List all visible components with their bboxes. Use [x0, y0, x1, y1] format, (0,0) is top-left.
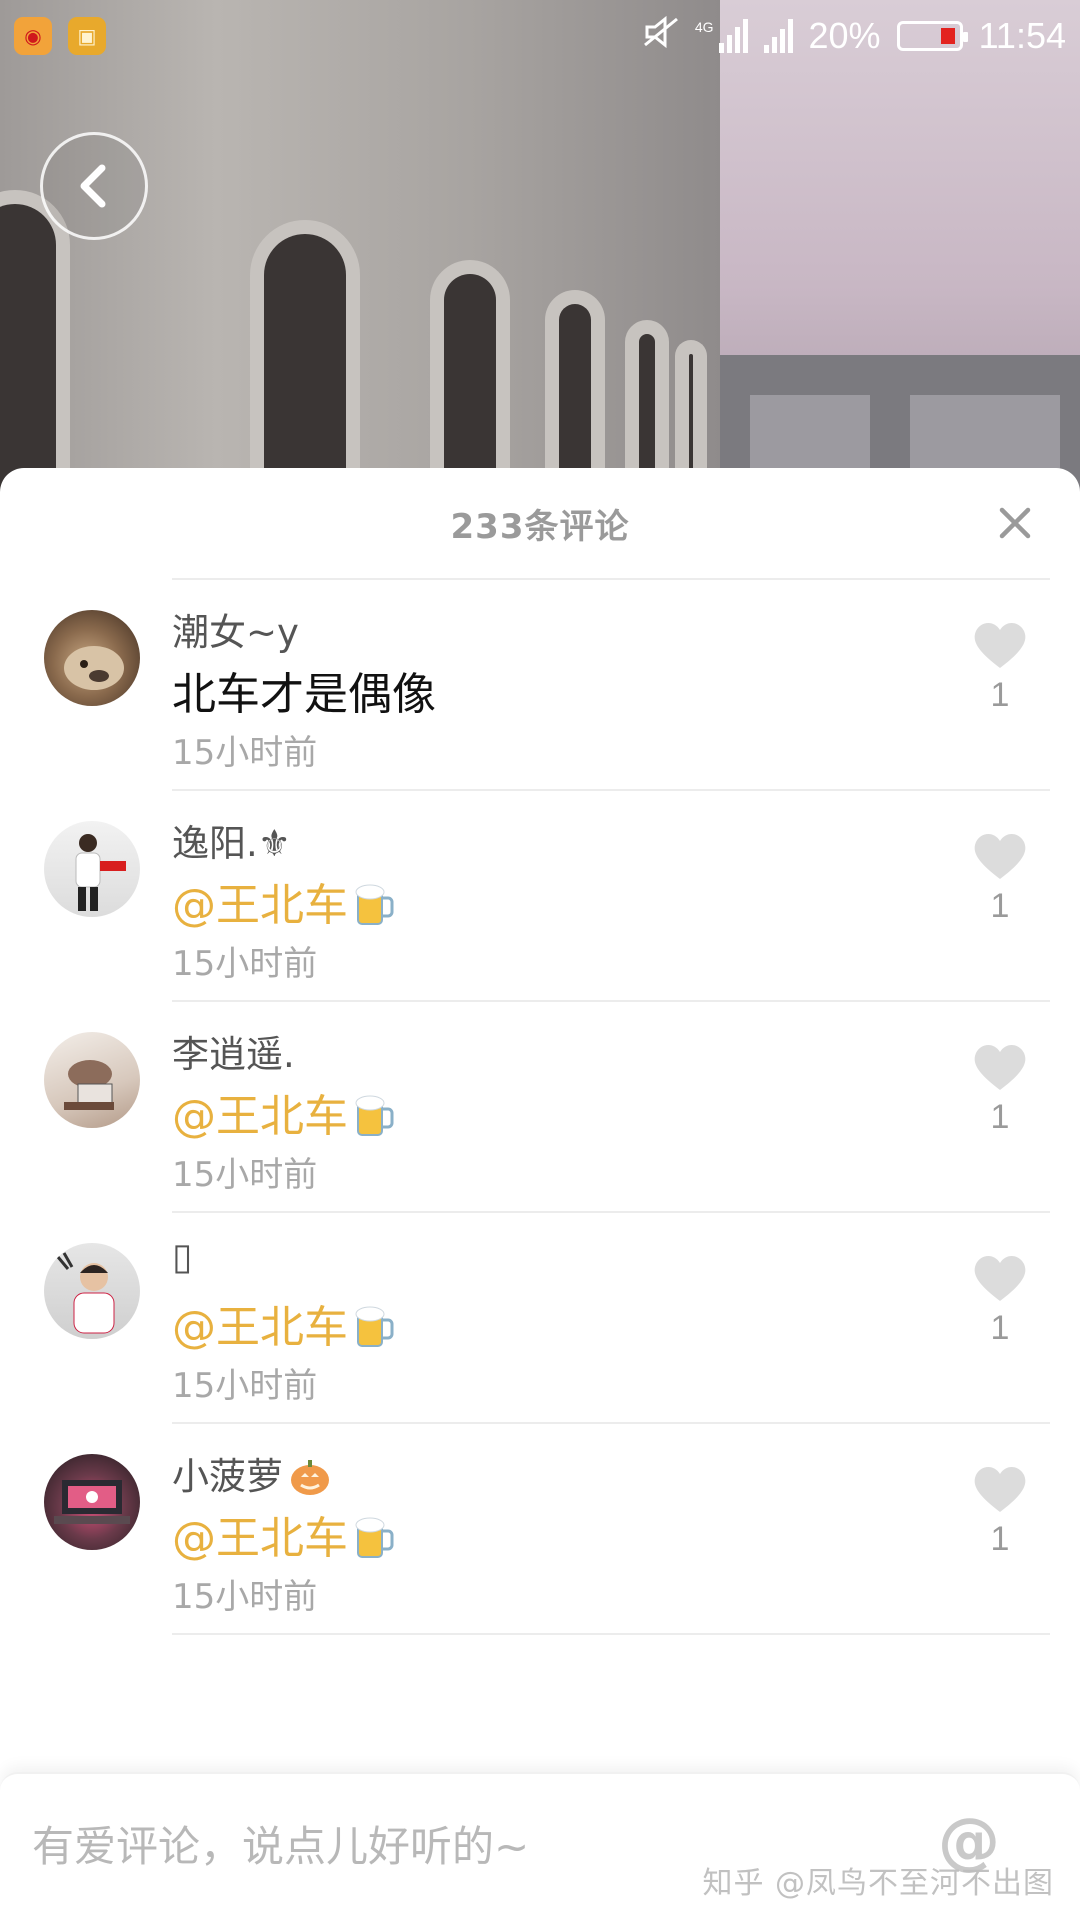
mute-icon	[643, 15, 679, 58]
status-indicators: 4G 20% 11:54	[643, 15, 1066, 58]
comment-mention[interactable]: @王北车	[172, 1080, 394, 1150]
battery-percent: 20%	[808, 15, 881, 56]
pumpkin-icon	[289, 1457, 331, 1506]
status-bar: ◉ ▣ 4G 20% 11:54	[0, 0, 1080, 72]
building-facade	[0, 0, 720, 520]
avatar[interactable]	[44, 1032, 140, 1128]
avatar[interactable]	[44, 610, 140, 706]
like-count: 1	[990, 1309, 1010, 1347]
comment-text: 北车才是偶像	[172, 669, 436, 720]
notification-icons: ◉ ▣	[14, 17, 106, 55]
like-count: 1	[990, 887, 1010, 925]
like-count: 1	[990, 676, 1010, 714]
beer-icon	[354, 882, 394, 939]
battery-icon	[896, 21, 968, 51]
chevron-left-icon	[80, 164, 106, 208]
heart-icon	[974, 1255, 1026, 1301]
watermark: 知乎 @凤鸟不至河不出图	[702, 1866, 1054, 1901]
comment-list: 潮女~y 北车才是偶像 15小时前 1 逸阳.⚜ @王北车 15小时前 1 李逍…	[0, 580, 1080, 1635]
username-text: 小菠萝	[172, 1455, 283, 1498]
comment-time: 15小时前	[172, 733, 318, 773]
comments-count-title: 233条评论	[450, 506, 630, 547]
close-button[interactable]	[988, 496, 1042, 550]
sheet-header: 233条评论	[0, 468, 1080, 578]
like-button[interactable]: 1	[950, 1464, 1050, 1584]
avatar[interactable]	[44, 821, 140, 917]
mention-text: @王北车	[172, 1302, 348, 1353]
beer-icon	[354, 1515, 394, 1572]
beer-icon	[354, 1304, 394, 1361]
close-icon	[999, 507, 1031, 539]
beer-icon	[354, 1093, 394, 1150]
signal-icon	[763, 19, 793, 53]
comment-item: 潮女~y 北车才是偶像 15小时前 1	[44, 580, 1050, 791]
mention-text: @王北车	[172, 1091, 348, 1142]
back-button[interactable]	[40, 132, 148, 240]
comment-item: 李逍遥. @王北车 15小时前 1	[44, 1002, 1050, 1213]
mobile-signal-icon: 4G	[695, 19, 748, 53]
comment-input-bar: @ 知乎 @凤鸟不至河不出图	[0, 1772, 1080, 1920]
comment-username[interactable]: 小菠萝	[172, 1446, 331, 1506]
comment-time: 15小时前	[172, 1366, 318, 1406]
like-button[interactable]: 1	[950, 1253, 1050, 1373]
comment-mention[interactable]: @王北车	[172, 1502, 394, 1572]
comment-username[interactable]: ▯	[172, 1235, 192, 1278]
comment-item: 逸阳.⚜ @王北车 15小时前 1	[44, 791, 1050, 1002]
heart-icon	[974, 622, 1026, 668]
comment-time: 15小时前	[172, 1577, 318, 1617]
comment-mention[interactable]: @王北车	[172, 1291, 394, 1361]
heart-icon	[974, 1044, 1026, 1090]
video-background	[0, 0, 1080, 520]
comment-username[interactable]: 潮女~y	[172, 602, 299, 656]
heart-icon	[974, 1466, 1026, 1512]
clock: 11:54	[978, 15, 1066, 56]
comment-time: 15小时前	[172, 1155, 318, 1195]
comment-username[interactable]: 李逍遥.	[172, 1024, 295, 1078]
comment-item: ▯ @王北车 15小时前 1	[44, 1213, 1050, 1424]
like-count: 1	[990, 1520, 1010, 1558]
weibo-icon: ◉	[14, 17, 52, 55]
comment-item: 小菠萝 @王北车 15小时前 1	[44, 1424, 1050, 1635]
comment-username[interactable]: 逸阳.⚜	[172, 813, 291, 867]
comment-mention[interactable]: @王北车	[172, 869, 394, 939]
avatar[interactable]	[44, 1454, 140, 1550]
like-button[interactable]: 1	[950, 620, 1050, 740]
app-notification-icon: ▣	[68, 17, 106, 55]
heart-icon	[974, 833, 1026, 879]
mention-text: @王北车	[172, 880, 348, 931]
comment-time: 15小时前	[172, 944, 318, 984]
avatar[interactable]	[44, 1243, 140, 1339]
mention-text: @王北车	[172, 1513, 348, 1564]
like-button[interactable]: 1	[950, 1042, 1050, 1162]
like-button[interactable]: 1	[950, 831, 1050, 951]
like-count: 1	[990, 1098, 1010, 1136]
comments-sheet: 233条评论 潮女~y 北车才是偶像 15小时前 1 逸阳.⚜ @王北车 15小…	[0, 468, 1080, 1920]
